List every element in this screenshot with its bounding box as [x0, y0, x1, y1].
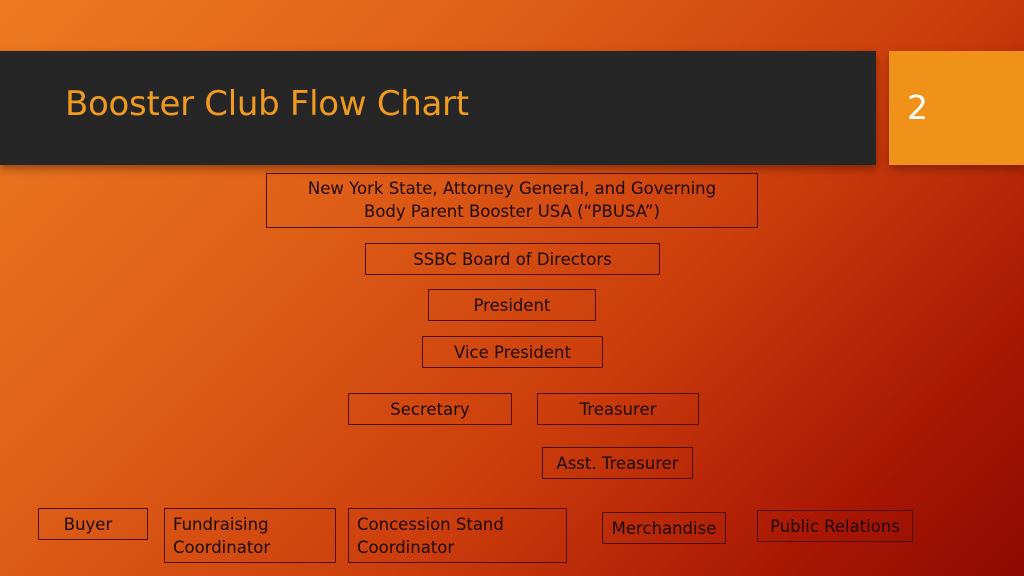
node-governing-body-line1: New York State, Attorney General, and Go… [307, 179, 717, 198]
node-fundraising-line1: Fundraising [173, 515, 269, 534]
page-number: 2 [907, 88, 928, 127]
node-fundraising-line2: Coordinator [173, 538, 271, 557]
node-concession-line2: Coordinator [357, 538, 455, 557]
node-secretary: Secretary [348, 393, 512, 425]
node-public-relations: Public Relations [757, 510, 913, 542]
node-fundraising-coordinator: Fundraising Coordinator [164, 508, 336, 563]
node-vice-president: Vice President [422, 336, 603, 368]
node-board-of-directors: SSBC Board of Directors [365, 243, 660, 275]
node-concession-stand-coordinator: Concession Stand Coordinator [348, 508, 567, 563]
node-buyer: Buyer [38, 508, 148, 540]
node-asst-treasurer: Asst. Treasurer [542, 447, 693, 479]
node-concession-line1: Concession Stand [357, 515, 504, 534]
node-treasurer: Treasurer [537, 393, 699, 425]
node-merchandise: Merchandise [602, 512, 726, 544]
node-governing-body-line2: Body Parent Booster USA (“PBUSA”) [364, 202, 660, 221]
slide-title: Booster Club Flow Chart [65, 84, 469, 124]
node-president: President [428, 289, 596, 321]
node-governing-body: New York State, Attorney General, and Go… [266, 173, 758, 228]
